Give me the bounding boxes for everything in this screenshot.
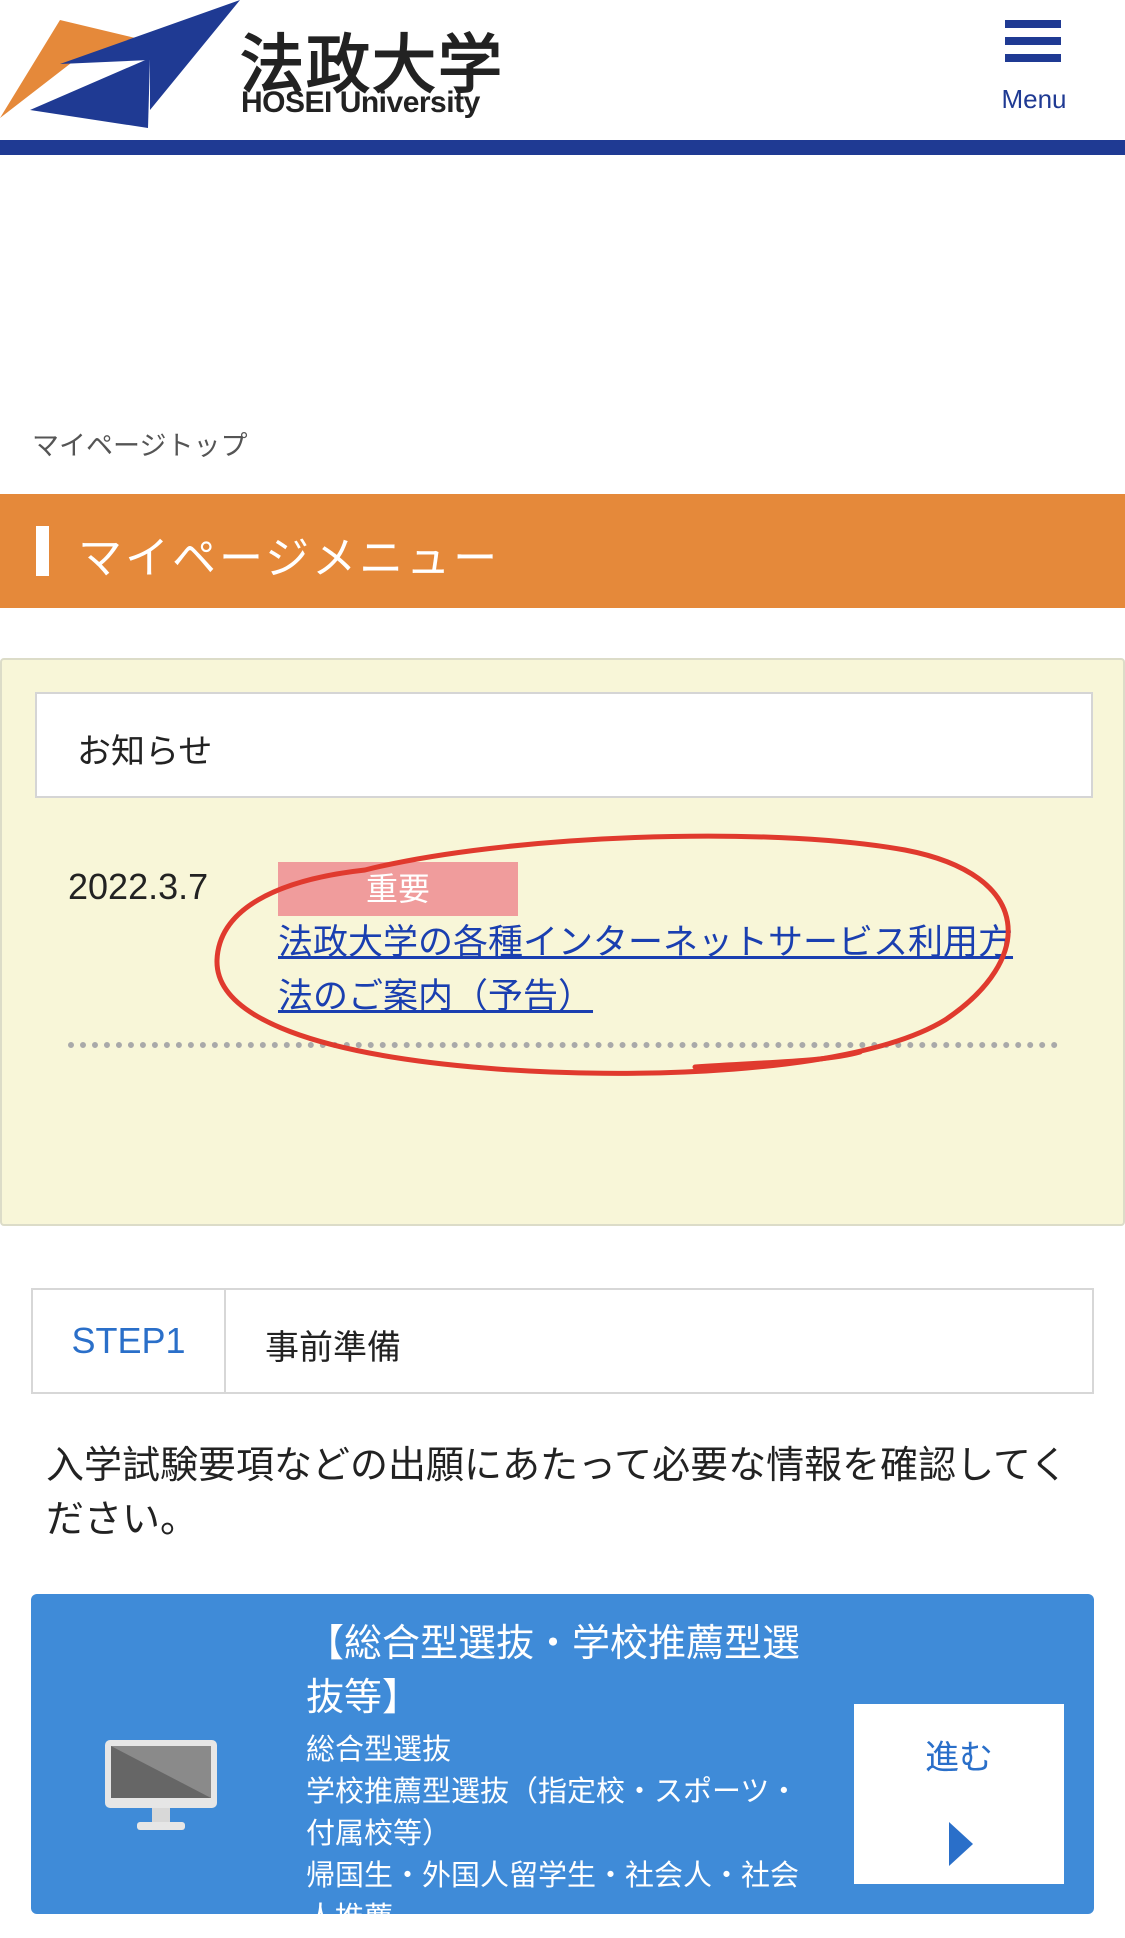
logo-mark-icon xyxy=(0,0,240,128)
computer-icon xyxy=(105,1740,217,1830)
hosei-logo[interactable]: 法政大学 HOSEI University xyxy=(0,0,520,135)
step-title: 事前準備 xyxy=(265,1328,401,1368)
card-item: 帰国生・外国人留学生・社会人・社会人推薦 xyxy=(306,1858,800,1934)
hamburger-icon xyxy=(1005,20,1061,71)
section-title-bar: マイページメニュー xyxy=(0,494,1125,608)
section-title: マイページメニュー xyxy=(78,533,501,584)
step-number: STEP1 xyxy=(33,1290,226,1392)
menu-label: Menu xyxy=(1001,84,1067,114)
notice-date: 2022.3.7 xyxy=(68,866,209,907)
play-arrow-icon xyxy=(949,1822,973,1866)
card-item: 学校推薦型選抜（指定校・スポーツ・付属校等） xyxy=(306,1774,799,1850)
notice-link[interactable]: 法政大学の各種インターネットサービス利用方法のご案内（予告） xyxy=(278,916,1038,1024)
breadcrumb[interactable]: マイページトップ xyxy=(32,424,247,463)
site-header: 法政大学 HOSEI University Menu xyxy=(0,0,1125,140)
application-card[interactable]: 【総合型選抜・学校推薦型選抜等】 総合型選抜 学校推薦型選抜（指定校・スポーツ・… xyxy=(31,1594,1094,1934)
notice-heading-box: お知らせ xyxy=(35,692,1093,798)
proceed-label: 進む xyxy=(925,1738,993,1778)
card-item: 総合型選抜 xyxy=(306,1732,452,1766)
step1-box: STEP1 事前準備 xyxy=(31,1288,1094,1394)
header-divider xyxy=(0,140,1125,155)
menu-button[interactable]: Menu xyxy=(989,20,1079,120)
notice-heading: お知らせ xyxy=(77,732,213,772)
step-description: 入学試験要項などの出願にあたって必要な情報を確認してください。 xyxy=(46,1443,1068,1541)
notice-panel: お知らせ 2022.3.7 重要 法政大学の各種インターネットサービス利用方法の… xyxy=(0,658,1125,1226)
notice-divider xyxy=(68,1042,1058,1048)
card-item-list: 総合型選抜 学校推薦型選抜（指定校・スポーツ・付属校等） 帰国生・外国人留学生・… xyxy=(306,1728,826,1938)
proceed-button[interactable]: 進む xyxy=(854,1704,1064,1884)
important-badge: 重要 xyxy=(278,862,518,916)
card-title: 【総合型選抜・学校推薦型選抜等】 xyxy=(306,1621,801,1719)
logo-roman: HOSEI University xyxy=(241,86,480,119)
title-marker xyxy=(36,526,49,576)
